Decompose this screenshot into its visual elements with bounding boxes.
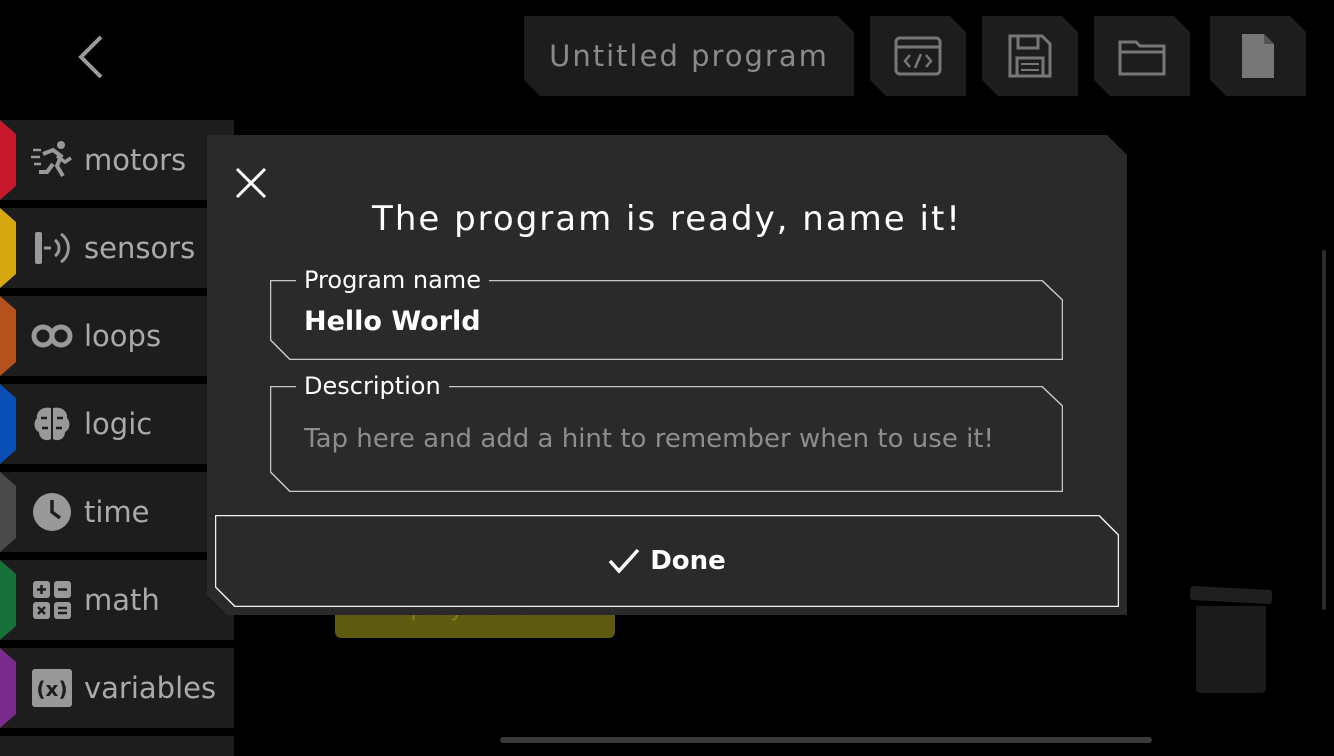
running-icon bbox=[30, 140, 74, 180]
home-indicator[interactable] bbox=[500, 737, 1152, 743]
category-loops[interactable]: loops bbox=[0, 296, 234, 376]
sensor-icon bbox=[30, 228, 74, 268]
description-field[interactable]: Description Tap here and add a hint to r… bbox=[270, 372, 1063, 492]
calculator-icon bbox=[30, 580, 74, 620]
category-color-marker bbox=[0, 648, 16, 728]
category-color-marker bbox=[0, 560, 16, 640]
done-button[interactable]: Done bbox=[215, 515, 1119, 607]
dialog-title: The program is ready, name it! bbox=[372, 199, 962, 239]
infinity-icon bbox=[30, 316, 74, 356]
category-more[interactable] bbox=[0, 736, 234, 756]
program-name-input[interactable]: Hello World bbox=[304, 306, 481, 337]
category-color-marker bbox=[0, 472, 16, 552]
new-file-icon bbox=[1240, 32, 1276, 80]
vertical-scrollbar[interactable] bbox=[1322, 250, 1326, 610]
code-button[interactable] bbox=[870, 16, 966, 96]
description-input[interactable]: Tap here and add a hint to remember when… bbox=[304, 424, 994, 454]
category-logic[interactable]: logic bbox=[0, 384, 234, 464]
category-color-marker bbox=[0, 384, 16, 464]
trash-icon[interactable] bbox=[1188, 580, 1274, 698]
name-program-dialog: The program is ready, name it! Program n… bbox=[207, 135, 1127, 615]
brain-icon bbox=[30, 404, 74, 444]
category-label: variables bbox=[84, 671, 217, 705]
category-color-marker bbox=[0, 296, 16, 376]
variable-icon: (x) bbox=[30, 668, 74, 708]
category-label: loops bbox=[84, 319, 162, 353]
close-icon bbox=[235, 167, 267, 199]
folder-icon bbox=[1118, 36, 1166, 76]
category-label: time bbox=[84, 495, 150, 529]
done-label: Done bbox=[650, 546, 726, 576]
category-sensors[interactable]: sensors bbox=[0, 208, 234, 288]
clock-icon bbox=[30, 492, 74, 532]
svg-text:(x): (x) bbox=[36, 677, 67, 701]
checkmark-icon bbox=[608, 548, 640, 574]
open-button[interactable] bbox=[1094, 16, 1190, 96]
category-math[interactable]: math bbox=[0, 560, 234, 640]
category-motors[interactable]: motors bbox=[0, 120, 234, 200]
category-variables[interactable]: (x) variables bbox=[0, 648, 234, 728]
category-label: logic bbox=[84, 407, 153, 441]
code-icon bbox=[894, 36, 942, 76]
category-label: sensors bbox=[84, 231, 196, 265]
toolbar: Untitled program bbox=[0, 16, 1334, 96]
program-title[interactable]: Untitled program bbox=[524, 16, 854, 96]
category-label: motors bbox=[84, 143, 187, 177]
category-color-marker bbox=[0, 120, 16, 200]
new-program-button[interactable] bbox=[1210, 16, 1306, 96]
field-label: Program name bbox=[296, 266, 489, 294]
category-label: math bbox=[84, 583, 160, 617]
program-name-field[interactable]: Program name Hello World bbox=[270, 266, 1063, 360]
field-label: Description bbox=[296, 372, 449, 400]
save-button[interactable] bbox=[982, 16, 1078, 96]
category-time[interactable]: time bbox=[0, 472, 234, 552]
category-color-marker bbox=[0, 208, 16, 288]
save-icon bbox=[1007, 33, 1053, 79]
